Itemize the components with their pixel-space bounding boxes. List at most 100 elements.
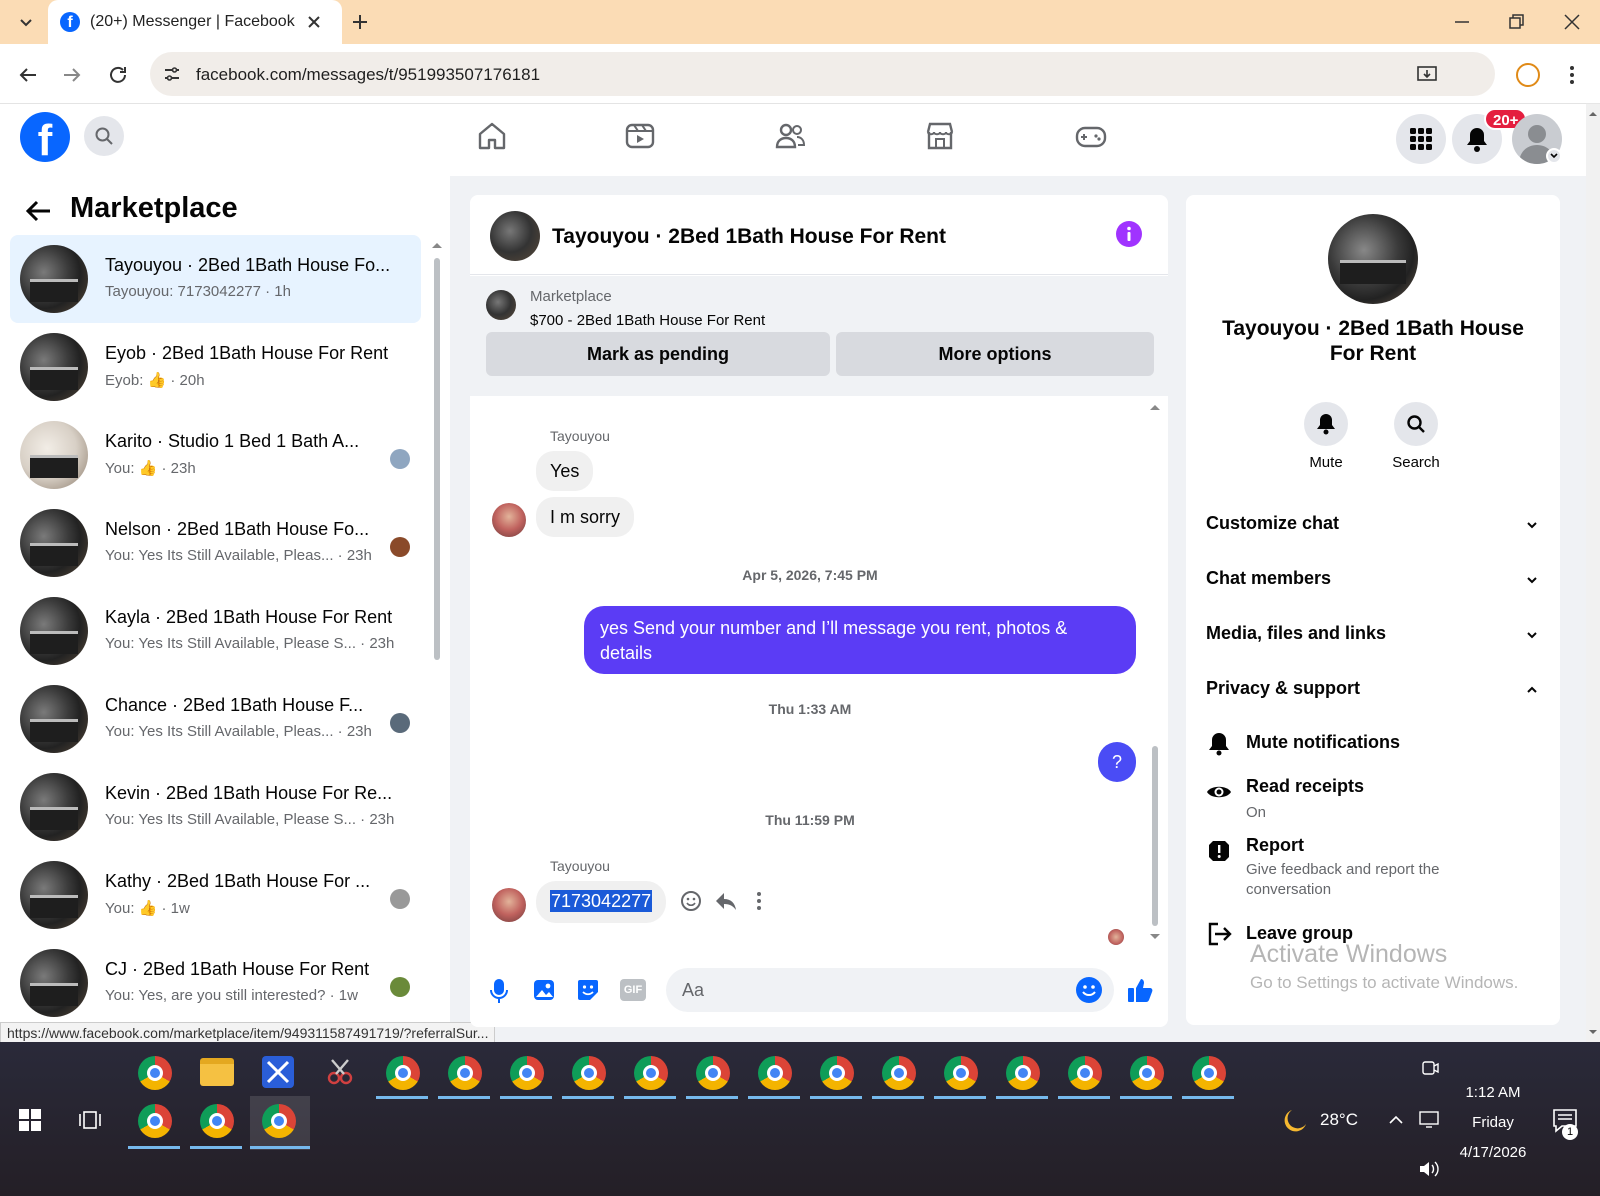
weather-temp[interactable]: 28°C [1320, 1110, 1358, 1130]
search-conversation-button[interactable] [1394, 402, 1438, 446]
search-button[interactable] [84, 116, 124, 156]
chat-members-section[interactable]: Chat members [1206, 568, 1331, 589]
marketplace-icon[interactable] [924, 120, 956, 152]
reply-icon[interactable] [714, 890, 738, 912]
chrome-profile-window-icon[interactable] [448, 1056, 482, 1090]
video-icon[interactable] [624, 120, 656, 152]
chrome-profile-window-icon[interactable] [820, 1056, 854, 1090]
sticker-icon[interactable] [576, 978, 600, 1002]
chrome-profile-window-icon[interactable] [1068, 1056, 1102, 1090]
chrome-profile-window-icon[interactable] [634, 1056, 668, 1090]
chrome-profile-window-icon[interactable] [200, 1104, 234, 1138]
snipping-tool-icon[interactable] [324, 1056, 356, 1088]
listing-thumbnail[interactable] [486, 290, 516, 320]
chrome-profile-window-icon[interactable] [386, 1056, 420, 1090]
chrome-profile-window-icon[interactable] [1130, 1056, 1164, 1090]
site-settings-icon[interactable] [162, 64, 182, 84]
report-item[interactable]: Report [1246, 835, 1304, 856]
chrome-profile-window-icon[interactable] [882, 1056, 916, 1090]
chrome-profile-window-icon[interactable] [1192, 1056, 1226, 1090]
conversation-item[interactable]: Eyob · 2Bed 1Bath House For Rent Eyob: 👍… [10, 323, 421, 411]
incoming-message[interactable]: 7173042277 [536, 881, 667, 923]
clock-time[interactable]: 1:12 AM [1448, 1084, 1538, 1101]
conversation-item[interactable]: Kevin · 2Bed 1Bath House For Re... You: … [10, 763, 421, 851]
contact-avatar[interactable] [1328, 214, 1418, 304]
forward-icon[interactable] [60, 63, 84, 87]
message-input[interactable]: Aa [666, 968, 1114, 1012]
chevron-down-icon[interactable] [1526, 629, 1538, 641]
minimize-icon[interactable] [1452, 12, 1472, 32]
clock-date[interactable]: 4/17/2026 [1448, 1144, 1538, 1161]
outgoing-message[interactable]: yes Send your number and I’ll message yo… [584, 606, 1136, 674]
microphone-icon[interactable] [488, 978, 510, 1004]
volume-icon[interactable] [1418, 1158, 1440, 1180]
sender-avatar[interactable] [492, 503, 526, 537]
windows-start-icon[interactable] [18, 1108, 42, 1132]
conversation-item[interactable]: Kathy · 2Bed 1Bath House For ... You: 👍 … [10, 851, 421, 939]
conversation-item[interactable]: Tayouyou · 2Bed 1Bath House Fo... Tayouy… [10, 235, 421, 323]
selected-phone-number[interactable]: 7173042277 [550, 890, 653, 912]
conversation-item[interactable]: Nelson · 2Bed 1Bath House Fo... You: Yes… [10, 499, 421, 587]
customize-chat-section[interactable]: Customize chat [1206, 513, 1339, 534]
home-icon[interactable] [476, 120, 508, 152]
read-receipts-item[interactable]: Read receipts [1246, 776, 1364, 797]
chat-avatar[interactable] [490, 211, 540, 261]
show-hidden-icons-icon[interactable] [1388, 1112, 1404, 1128]
conversation-list-scrollbar[interactable] [430, 240, 444, 1020]
more-actions-icon[interactable] [754, 890, 764, 912]
chrome-profile-window-icon[interactable] [510, 1056, 544, 1090]
address-bar[interactable]: facebook.com/messages/t/951993507176181 [150, 52, 1495, 96]
conversation-item[interactable]: CJ · 2Bed 1Bath House For Rent You: Yes,… [10, 939, 421, 1021]
restore-icon[interactable] [1506, 12, 1526, 32]
mute-button[interactable] [1304, 402, 1348, 446]
listing-detail[interactable]: $700 - 2Bed 1Bath House For Rent [530, 312, 765, 329]
chrome-profile-window-icon[interactable] [572, 1056, 606, 1090]
menu-kebab-icon[interactable] [1560, 63, 1584, 87]
incoming-message[interactable]: I m sorry [536, 497, 634, 537]
account-chevron-icon[interactable] [1546, 148, 1562, 164]
outgoing-message[interactable]: ? [1098, 742, 1136, 782]
browser-tab[interactable]: f (20+) Messenger | Facebook [48, 0, 342, 44]
chrome-profile-window-icon[interactable] [696, 1056, 730, 1090]
file-explorer-icon[interactable] [200, 1058, 234, 1086]
weather-moon-icon[interactable] [1280, 1106, 1308, 1134]
page-scrollbar[interactable] [1586, 104, 1600, 1042]
media-files-links-section[interactable]: Media, files and links [1206, 623, 1386, 644]
back-icon[interactable] [16, 63, 40, 87]
react-emoji-icon[interactable] [680, 890, 702, 912]
chrome-profile-window-icon[interactable] [262, 1104, 296, 1138]
clock-day[interactable]: Friday [1448, 1114, 1538, 1131]
profile-icon[interactable] [1516, 63, 1540, 87]
back-arrow-icon[interactable] [24, 196, 54, 226]
new-tab-icon[interactable] [350, 12, 370, 32]
info-icon[interactable] [1116, 221, 1142, 247]
close-tab-icon[interactable] [304, 12, 324, 32]
chrome-profile-window-icon[interactable] [758, 1056, 792, 1090]
chevron-up-icon[interactable] [1526, 684, 1538, 696]
thread-scrollbar[interactable] [1148, 402, 1162, 942]
mute-notifications-item[interactable]: Mute notifications [1246, 732, 1400, 753]
gif-icon[interactable]: GIF [620, 979, 646, 1001]
chrome-profile-window-icon[interactable] [1006, 1056, 1040, 1090]
network-icon[interactable] [1418, 1108, 1440, 1130]
more-options-button[interactable]: More options [836, 332, 1154, 376]
like-thumb-icon[interactable] [1126, 976, 1154, 1004]
chevron-down-icon[interactable] [1526, 519, 1538, 531]
emoji-icon[interactable] [1076, 977, 1102, 1003]
conversation-item[interactable]: Karito · Studio 1 Bed 1 Bath A... You: 👍… [10, 411, 421, 499]
friends-icon[interactable] [774, 120, 806, 152]
reload-icon[interactable] [106, 63, 130, 87]
chrome-profile-window-icon[interactable] [944, 1056, 978, 1090]
menu-button[interactable] [1396, 114, 1446, 164]
conversation-item[interactable]: Kayla · 2Bed 1Bath House For Rent You: Y… [10, 587, 421, 675]
sender-avatar[interactable] [492, 888, 526, 922]
chat-title[interactable]: Tayouyou · 2Bed 1Bath House For Rent [552, 225, 946, 249]
incoming-message[interactable]: Yes [536, 451, 594, 491]
chrome-icon[interactable] [138, 1056, 172, 1090]
chevron-down-icon[interactable] [1526, 574, 1538, 586]
privacy-support-section[interactable]: Privacy & support [1206, 678, 1360, 699]
meet-now-icon[interactable] [1420, 1058, 1440, 1078]
mark-as-pending-button[interactable]: Mark as pending [486, 332, 830, 376]
install-app-icon[interactable] [1416, 63, 1438, 85]
app-icon[interactable] [262, 1056, 294, 1088]
